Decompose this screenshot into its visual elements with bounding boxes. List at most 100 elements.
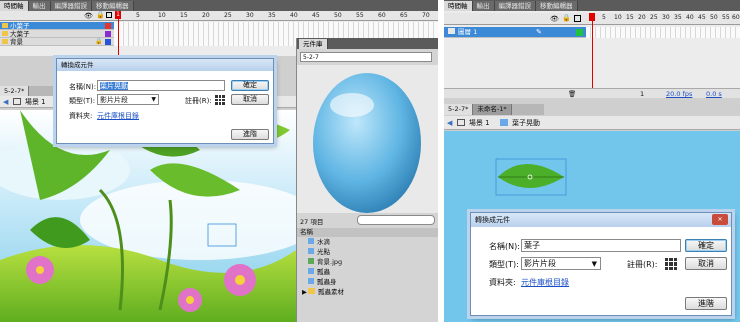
library-item[interactable]: 背景.jpg <box>308 258 342 267</box>
registration-label: 註冊(R): <box>185 97 212 105</box>
folder-link[interactable]: 元件庫根目錄 <box>521 277 569 288</box>
doc-tab[interactable]: 未命名-1* <box>473 104 512 115</box>
tab-motion-editor[interactable]: 移動編輯器 <box>536 1 578 11</box>
symbol-type-select[interactable]: 影片片段 ▼ <box>521 257 601 270</box>
tab-compiler-errors[interactable]: 編譯器錯誤 <box>50 1 92 11</box>
symbol-type-value: 影片片段 <box>100 96 128 104</box>
frame-number: 10 <box>614 14 622 21</box>
lock-icon[interactable]: 🔒 <box>96 11 105 19</box>
advanced-button[interactable]: 進階 <box>231 129 269 140</box>
movieclip-icon <box>499 119 508 126</box>
symbol-type-select[interactable]: 影片片段 ▼ <box>97 94 159 105</box>
frame-number: 50 <box>334 12 342 19</box>
library-item[interactable]: 瓢蟲 <box>308 268 330 277</box>
symbol-name-input[interactable]: 葉片晃動 <box>97 80 225 91</box>
lock-icon[interactable]: 🔒 <box>95 38 102 46</box>
convert-symbol-dialog: 轉換成元件 ✕ 名稱(N): 葉子 類型(T): 影片片段 ▼ 註冊(R): 資料… <box>470 212 732 316</box>
playhead-marker[interactable]: 1 <box>115 11 121 19</box>
movieclip-icon <box>308 248 314 254</box>
layer-row[interactable]: 背景 🔒 <box>0 38 114 46</box>
layer-row[interactable]: 小葉子 <box>0 22 114 30</box>
registration-grid[interactable] <box>215 95 225 105</box>
outline-icon[interactable] <box>106 12 112 18</box>
back-arrow-icon[interactable]: ◀ <box>3 98 8 106</box>
right-timeline-panel: 時間軸 輸出 編譯器錯誤 移動編輯器 👁 🔒 1 5 10 15 20 25 3… <box>444 0 740 98</box>
folder-icon <box>2 31 8 36</box>
library-search-input[interactable] <box>357 215 435 225</box>
name-label: 名稱(N): <box>489 242 520 251</box>
library-column-name: 名稱 <box>300 228 313 236</box>
tab-timeline[interactable]: 時間軸 <box>0 1 29 11</box>
back-arrow-icon[interactable]: ◀ <box>447 119 452 127</box>
pencil-icon: ✎ <box>536 28 542 36</box>
frame-number: 10 <box>158 12 166 19</box>
trash-icon[interactable]: 🗑 <box>568 89 576 98</box>
library-item[interactable]: ▶ 瓢蟲素材 <box>302 288 344 297</box>
frame-grid[interactable] <box>586 27 740 38</box>
waterdrop-preview <box>313 73 421 213</box>
left-screenshot: 時間軸 輸出 編譯器錯誤 移動編輯器 👁 🔒 1 5 10 15 20 25 3… <box>0 0 438 322</box>
lock-icon[interactable]: 🔒 <box>562 14 571 22</box>
library-item[interactable]: 光點 <box>308 248 330 257</box>
convert-symbol-dialog: 轉換成元件 名稱(N): 葉片晃動 類型(T): 影片片段 ▼ 註冊(R): 資料… <box>56 58 274 144</box>
layer-name: 小葉子 <box>10 22 30 30</box>
cancel-button[interactable]: 取消 <box>231 94 269 105</box>
elapsed-time[interactable]: 0.0 s <box>706 89 722 98</box>
dialog-title: 轉換成元件 <box>57 59 273 71</box>
ok-button[interactable]: 確定 <box>685 239 727 252</box>
ok-button[interactable]: 確定 <box>231 80 269 91</box>
tab-output[interactable]: 輸出 <box>472 1 495 11</box>
doc-tab[interactable]: 5-2-7* <box>444 104 474 115</box>
expand-arrow-icon[interactable]: ▶ <box>302 288 307 296</box>
type-label: 類型(T): <box>489 260 519 269</box>
breadcrumb-scene[interactable]: 場景 1 <box>469 119 490 127</box>
advanced-button[interactable]: 進階 <box>685 297 727 310</box>
layer-color-swatch[interactable] <box>576 29 583 36</box>
image-icon <box>308 258 314 264</box>
layer-row[interactable]: 圖層 1 ✎ <box>444 27 586 38</box>
timeline-footer: 🗑 1 20.0 fps 0.0 s <box>444 88 740 98</box>
library-tab[interactable]: 元件庫 <box>299 39 328 49</box>
frame-rate[interactable]: 20.0 fps <box>666 89 692 98</box>
frame-number: 30 <box>662 14 670 21</box>
layer-color-swatch[interactable] <box>105 31 111 37</box>
library-item[interactable]: 瓢蟲身 <box>308 278 337 287</box>
folder-label: 資料夾: <box>69 112 93 120</box>
frame-number: 55 <box>722 14 730 21</box>
layer-name: 背景 <box>10 38 23 46</box>
doc-tab[interactable]: 5-2-7* <box>0 86 30 96</box>
frame-number: 15 <box>180 12 188 19</box>
eye-icon[interactable]: 👁 <box>84 12 93 20</box>
playhead[interactable] <box>592 13 593 91</box>
frame-number: 25 <box>650 14 658 21</box>
library-item-label: 瓢蟲素材 <box>318 288 344 296</box>
symbol-name-input[interactable]: 葉子 <box>521 239 681 252</box>
library-count: 27 項目 <box>300 218 324 226</box>
library-doc-select[interactable]: 5-2-7 <box>300 52 432 62</box>
layer-color-swatch[interactable] <box>105 39 111 45</box>
frame-number: 30 <box>246 12 254 19</box>
frame-number: 60 <box>732 14 740 21</box>
frame-number: 35 <box>268 12 276 19</box>
tab-output[interactable]: 輸出 <box>28 1 51 11</box>
folder-link[interactable]: 元件庫根目錄 <box>97 111 139 121</box>
tab-compiler-errors[interactable]: 編譯器錯誤 <box>494 1 536 11</box>
close-icon[interactable]: ✕ <box>712 214 728 225</box>
library-item[interactable]: 水滴 <box>308 238 330 247</box>
tab-timeline[interactable]: 時間軸 <box>444 1 473 11</box>
right-breadcrumb-bar: ◀ 場景 1 葉子晃動 <box>444 116 740 130</box>
playhead-marker[interactable] <box>589 13 595 21</box>
layer-row[interactable]: 大葉子 <box>0 30 114 38</box>
library-item-label: 瓢蟲身 <box>317 278 337 286</box>
breadcrumb-symbol[interactable]: 葉子晃動 <box>512 119 540 127</box>
eye-icon[interactable]: 👁 <box>550 15 559 23</box>
right-screenshot: 時間軸 輸出 編譯器錯誤 移動編輯器 👁 🔒 1 5 10 15 20 25 3… <box>444 0 740 322</box>
library-tab-bar: 元件庫 <box>297 38 438 49</box>
layer-color-swatch[interactable] <box>105 23 111 29</box>
tab-motion-editor[interactable]: 移動編輯器 <box>92 1 134 11</box>
outline-icon[interactable] <box>574 15 581 22</box>
cancel-button[interactable]: 取消 <box>685 257 727 270</box>
frame-number: 20 <box>638 14 646 21</box>
scene-icon <box>12 98 21 105</box>
registration-grid[interactable] <box>665 258 677 270</box>
